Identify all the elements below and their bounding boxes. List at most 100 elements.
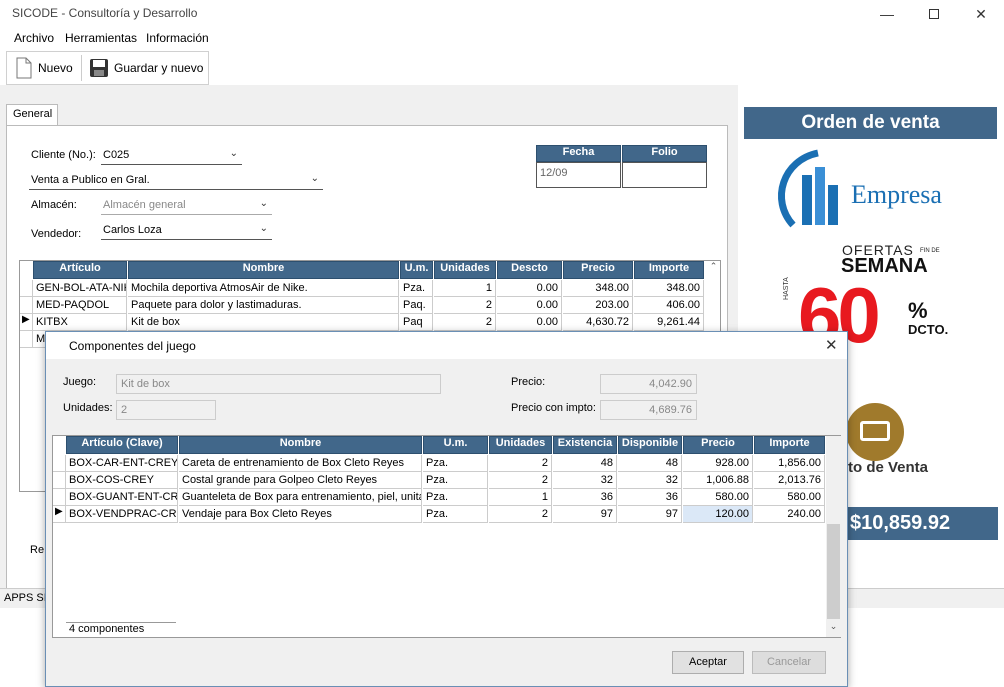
promo-fin-de: FIN DE: [920, 248, 940, 254]
folio-header: Folio: [622, 145, 707, 162]
grid-cell[interactable]: Paq.: [400, 297, 433, 314]
dlg-grid-cell[interactable]: 1,006.88: [683, 472, 753, 489]
grid-cell[interactable]: Kit de box: [128, 314, 399, 331]
dlg-grid-cell[interactable]: Pza.: [423, 506, 488, 523]
grid-cell[interactable]: MED-PAQDOL: [33, 297, 127, 314]
dlg-grid-cell[interactable]: 2: [489, 506, 552, 523]
dlg-scrollbar[interactable]: ⌄: [826, 436, 841, 637]
folio-field[interactable]: [622, 162, 707, 188]
dialog-close-icon[interactable]: ✕: [825, 336, 838, 354]
grid-cell[interactable]: 0.00: [497, 280, 562, 297]
grid-cell[interactable]: 0.00: [497, 297, 562, 314]
dlg-grid-cell[interactable]: Pza.: [423, 455, 488, 472]
row-indicator[interactable]: [53, 455, 66, 472]
row-indicator[interactable]: [53, 489, 66, 506]
grid-header-articulo: Artículo: [33, 261, 127, 279]
close-window-button[interactable]: ✕: [958, 0, 1004, 28]
menu-herramientas[interactable]: Herramientas: [65, 31, 137, 45]
row-indicator[interactable]: [53, 472, 66, 489]
grid-cell[interactable]: Paq: [400, 314, 433, 331]
dlg-grid-cell[interactable]: 580.00: [754, 489, 825, 506]
vendedor-combo[interactable]: Carlos Loza ⌄: [101, 222, 272, 240]
grid-cell[interactable]: Pza.: [400, 280, 433, 297]
dlg-grid-cell[interactable]: BOX-GUANT-ENT-CREY: [66, 489, 178, 506]
dlg-grid-cell[interactable]: 48: [618, 455, 682, 472]
row-indicator[interactable]: [20, 297, 33, 314]
dlg-grid-cell[interactable]: 2: [489, 455, 552, 472]
precio-impto-field[interactable]: 4,689.76: [600, 400, 697, 420]
save-and-new-button[interactable]: Guardar y nuevo: [85, 52, 207, 84]
dlg-grid-cell[interactable]: Costal grande para Golpeo Cleto Reyes: [179, 472, 422, 489]
grid-header-nombre: Nombre: [128, 261, 399, 279]
company-name: Empresa: [851, 180, 942, 209]
dlg-grid-cell[interactable]: 32: [553, 472, 617, 489]
scroll-down-icon[interactable]: ⌄: [826, 621, 841, 632]
building-icon: [778, 149, 838, 228]
dlg-grid-cell[interactable]: Pza.: [423, 489, 488, 506]
dlg-grid-cell[interactable]: BOX-VENDPRAC-CREY: [66, 506, 178, 523]
grid-cell[interactable]: 348.00: [634, 280, 704, 297]
unidades-label: Unidades:: [63, 402, 113, 414]
precio-field[interactable]: 4,042.90: [600, 374, 697, 394]
dlg-grid-cell[interactable]: Pza.: [423, 472, 488, 489]
accept-button[interactable]: Aceptar: [672, 651, 744, 674]
dlg-grid-cell[interactable]: 32: [618, 472, 682, 489]
fecha-field[interactable]: 12/09: [536, 162, 621, 188]
grid-header-precio: Precio: [563, 261, 633, 279]
row-indicator[interactable]: ▶: [20, 314, 33, 331]
dlg-grid-cell[interactable]: Vendaje para Box Cleto Reyes: [179, 506, 422, 523]
tab-general[interactable]: General: [6, 104, 58, 126]
cancel-button[interactable]: Cancelar: [752, 651, 826, 674]
row-indicator[interactable]: ▶: [53, 506, 66, 523]
dlg-grid-cell[interactable]: BOX-COS-CREY: [66, 472, 178, 489]
dlg-grid-cell[interactable]: 1: [489, 489, 552, 506]
dlg-header-articulo: Artículo (Clave): [66, 436, 178, 454]
save-and-new-label: Guardar y nuevo: [114, 61, 204, 75]
dlg-grid-cell[interactable]: Guanteleta de Box para entrenamiento, pi…: [179, 489, 422, 506]
grid-header-um: U.m.: [400, 261, 433, 279]
dlg-grid-cell[interactable]: 928.00: [683, 455, 753, 472]
dlg-grid-cell[interactable]: 97: [553, 506, 617, 523]
dlg-grid-cell[interactable]: 240.00: [754, 506, 825, 523]
juego-field[interactable]: Kit de box: [116, 374, 441, 394]
dlg-grid-cell[interactable]: 48: [553, 455, 617, 472]
dlg-grid-cell[interactable]: 120.00: [683, 506, 753, 523]
grid-cell[interactable]: 2: [434, 314, 496, 331]
grid-cell[interactable]: KITBX: [33, 314, 127, 331]
grid-cell[interactable]: 348.00: [563, 280, 633, 297]
grid-cell[interactable]: 203.00: [563, 297, 633, 314]
dlg-grid-cell[interactable]: 97: [618, 506, 682, 523]
row-indicator[interactable]: [20, 331, 33, 348]
grid-cell[interactable]: GEN-BOL-ATA-NIK: [33, 280, 127, 297]
save-icon: [90, 59, 108, 77]
grid-cell[interactable]: 4,630.72: [563, 314, 633, 331]
unidades-field[interactable]: 2: [116, 400, 216, 420]
new-button[interactable]: Nuevo: [11, 52, 77, 84]
dialog-title-bar: Componentes del juego ✕: [46, 332, 847, 359]
grid-cell[interactable]: 0.00: [497, 314, 562, 331]
grid-cell[interactable]: Mochila deportiva AtmosAir de Nike.: [128, 280, 399, 297]
grid-cell[interactable]: 406.00: [634, 297, 704, 314]
dlg-grid-cell[interactable]: 580.00: [683, 489, 753, 506]
row-indicator[interactable]: [20, 280, 33, 297]
dlg-grid-cell[interactable]: 2: [489, 472, 552, 489]
dlg-grid-cell[interactable]: 36: [618, 489, 682, 506]
almacen-combo[interactable]: Almacén general ⌄: [101, 197, 272, 215]
scrollbar-thumb[interactable]: [827, 524, 840, 619]
grid-cell[interactable]: 9,261.44: [634, 314, 704, 331]
maximize-button[interactable]: [911, 0, 957, 28]
scroll-up-icon[interactable]: ⌃: [706, 261, 721, 279]
grid-cell[interactable]: 1: [434, 280, 496, 297]
cliente-number-combo[interactable]: C025 ⌄: [101, 147, 242, 165]
dlg-grid-cell[interactable]: Careta de entrenamiento de Box Cleto Rey…: [179, 455, 422, 472]
menu-informacion[interactable]: Información: [146, 31, 209, 45]
dlg-grid-cell[interactable]: 1,856.00: [754, 455, 825, 472]
dlg-grid-cell[interactable]: 2,013.76: [754, 472, 825, 489]
menu-archivo[interactable]: Archivo: [14, 31, 54, 45]
grid-cell[interactable]: 2: [434, 297, 496, 314]
dlg-grid-cell[interactable]: 36: [553, 489, 617, 506]
cliente-name-combo[interactable]: Venta a Publico en Gral. ⌄: [29, 172, 323, 190]
dlg-grid-cell[interactable]: BOX-CAR-ENT-CREY: [66, 455, 178, 472]
grid-cell[interactable]: Paquete para dolor y lastimaduras.: [128, 297, 399, 314]
minimize-button[interactable]: —: [864, 0, 910, 28]
